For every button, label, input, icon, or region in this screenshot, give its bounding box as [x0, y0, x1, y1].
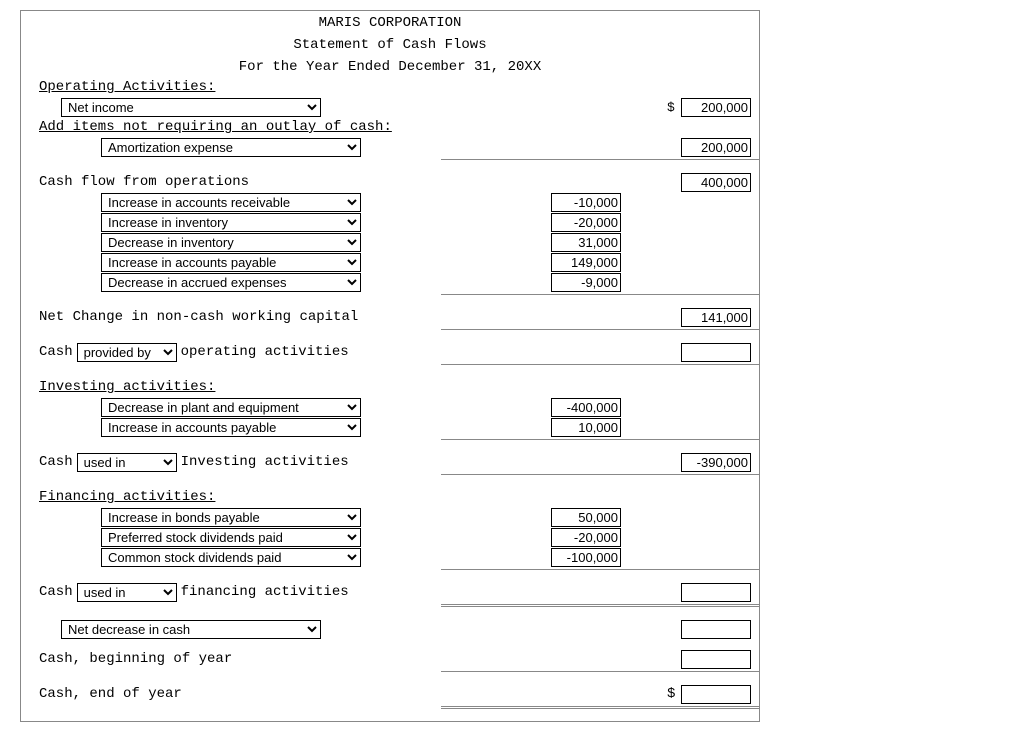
- dollar-sign: $: [667, 100, 675, 115]
- net-income-input[interactable]: [681, 98, 751, 117]
- op-adj-row-0: Increase in accounts receivable: [21, 192, 759, 212]
- fin-adj-input-1[interactable]: [551, 528, 621, 547]
- op-adj-select-2[interactable]: Decrease in inventory: [101, 233, 361, 252]
- fin-provused-select[interactable]: used in: [77, 583, 177, 602]
- inv-tail-label: Investing activities: [181, 454, 349, 470]
- cash-beg-row: Cash, beginning of year: [21, 649, 759, 669]
- cash-end-input[interactable]: [681, 685, 751, 704]
- net-income-row: Net income $: [21, 97, 759, 117]
- inv-adj-row-1: Increase in accounts payable: [21, 417, 759, 437]
- inv-provused-select[interactable]: used in: [77, 453, 177, 472]
- op-adj-select-1[interactable]: Increase in inventory: [101, 213, 361, 232]
- cash-label: Cash: [39, 344, 73, 360]
- op-adj-row-2: Decrease in inventory: [21, 232, 759, 252]
- fin-adj-select-2[interactable]: Common stock dividends paid: [101, 548, 361, 567]
- rule: [441, 329, 759, 330]
- financing-header: Financing activities:: [21, 487, 759, 507]
- netdec-select[interactable]: Net decrease in cash: [61, 620, 321, 639]
- cash-beg-input[interactable]: [681, 650, 751, 669]
- inv-adj-select-0[interactable]: Decrease in plant and equipment: [101, 398, 361, 417]
- amortization-row: Amortization expense: [21, 137, 759, 157]
- op-provused-select[interactable]: provided by: [77, 343, 177, 362]
- cash-fin-row: Cash used in financing activities: [21, 582, 759, 602]
- op-adj-input-3[interactable]: [551, 253, 621, 272]
- cash-inv-row: Cash used in Investing activities: [21, 452, 759, 472]
- rule: [441, 364, 759, 365]
- amortization-select[interactable]: Amortization expense: [101, 138, 361, 157]
- op-adj-input-1[interactable]: [551, 213, 621, 232]
- cfo-input[interactable]: [681, 173, 751, 192]
- cash-end-row: Cash, end of year $: [21, 684, 759, 704]
- cash-op-input[interactable]: [681, 343, 751, 362]
- fin-adj-input-2[interactable]: [551, 548, 621, 567]
- op-adj-input-4[interactable]: [551, 273, 621, 292]
- op-adj-select-0[interactable]: Increase in accounts receivable: [101, 193, 361, 212]
- fin-adj-row-1: Preferred stock dividends paid: [21, 527, 759, 547]
- rule: [441, 439, 759, 440]
- op-adj-input-2[interactable]: [551, 233, 621, 252]
- amortization-input[interactable]: [681, 138, 751, 157]
- title-company: MARIS CORPORATION: [21, 11, 759, 33]
- inv-adj-input-1[interactable]: [551, 418, 621, 437]
- netdec-row: Net decrease in cash: [21, 619, 759, 639]
- rule: [441, 671, 759, 672]
- fin-adj-select-0[interactable]: Increase in bonds payable: [101, 508, 361, 527]
- fin-adj-input-0[interactable]: [551, 508, 621, 527]
- op-adj-row-1: Increase in inventory: [21, 212, 759, 232]
- operating-header: Operating Activities:: [21, 77, 759, 97]
- op-adj-select-4[interactable]: Decrease in accrued expenses: [101, 273, 361, 292]
- op-adj-row-4: Decrease in accrued expenses: [21, 272, 759, 292]
- cash-inv-input[interactable]: [681, 453, 751, 472]
- title-period: For the Year Ended December 31, 20XX: [21, 55, 759, 77]
- dollar-sign: $: [667, 686, 675, 702]
- cfo-label: Cash flow from operations: [39, 174, 249, 190]
- op-adj-select-3[interactable]: Increase in accounts payable: [101, 253, 361, 272]
- statement-container: MARIS CORPORATION Statement of Cash Flow…: [20, 10, 760, 722]
- inv-adj-row-0: Decrease in plant and equipment: [21, 397, 759, 417]
- cash-end-label: Cash, end of year: [39, 686, 182, 702]
- cash-label: Cash: [39, 454, 73, 470]
- fin-adj-select-1[interactable]: Preferred stock dividends paid: [101, 528, 361, 547]
- inv-adj-select-1[interactable]: Increase in accounts payable: [101, 418, 361, 437]
- fin-tail-label: financing activities: [181, 584, 349, 600]
- rule: [441, 159, 759, 160]
- netdec-input[interactable]: [681, 620, 751, 639]
- fin-adj-row-0: Increase in bonds payable: [21, 507, 759, 527]
- double-rule: [441, 604, 759, 607]
- op-adj-row-3: Increase in accounts payable: [21, 252, 759, 272]
- inv-adj-input-0[interactable]: [551, 398, 621, 417]
- rule: [441, 569, 759, 570]
- rule: [441, 474, 759, 475]
- cash-beg-label: Cash, beginning of year: [39, 651, 232, 667]
- title-statement: Statement of Cash Flows: [21, 33, 759, 55]
- cash-fin-input[interactable]: [681, 583, 751, 602]
- double-rule: [441, 706, 759, 709]
- net-income-select[interactable]: Net income: [61, 98, 321, 117]
- add-items-label: Add items not requiring an outlay of cas…: [21, 117, 759, 137]
- cash-op-row: Cash provided by operating activities: [21, 342, 759, 362]
- investing-header: Investing activities:: [21, 377, 759, 397]
- op-adj-input-0[interactable]: [551, 193, 621, 212]
- cfo-row: Cash flow from operations: [21, 172, 759, 192]
- netchg-input[interactable]: [681, 308, 751, 327]
- rule: [441, 294, 759, 295]
- netchg-label: Net Change in non-cash working capital: [39, 309, 358, 325]
- op-tail-label: operating activities: [181, 344, 349, 360]
- cash-label: Cash: [39, 584, 73, 600]
- netchg-row: Net Change in non-cash working capital: [21, 307, 759, 327]
- fin-adj-row-2: Common stock dividends paid: [21, 547, 759, 567]
